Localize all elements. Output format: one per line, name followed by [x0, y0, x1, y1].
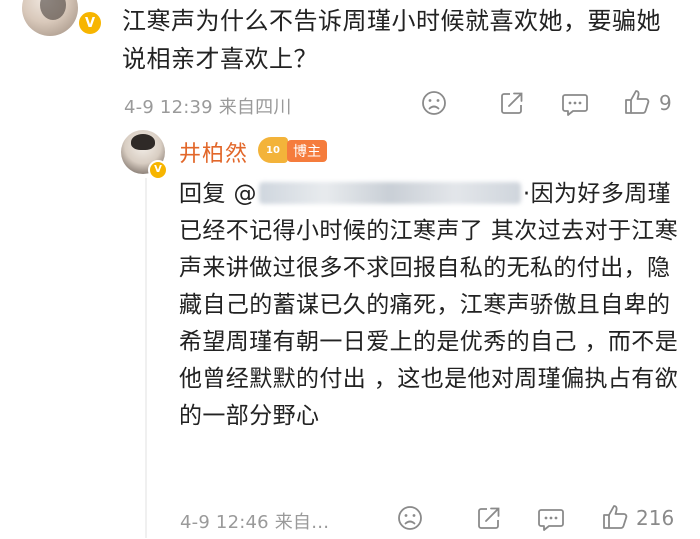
reply-share-icon[interactable] — [476, 505, 502, 531]
reply-body: ·因为好多周瑾已经不记得小时候的江寒声了 其次过去对于江寒声来讲做过很多不求回报… — [179, 181, 679, 429]
reply-meta: 4-9 12:46 来自… — [180, 512, 330, 533]
verified-badge: V — [77, 10, 103, 36]
reply-verified-badge: V — [148, 160, 168, 180]
reply-author-name[interactable]: 井柏然 — [179, 136, 248, 168]
sad-face-icon[interactable] — [421, 90, 447, 116]
top-comment-avatar[interactable] — [22, 0, 78, 36]
share-icon[interactable] — [499, 90, 525, 116]
reply-sad-face-icon[interactable] — [397, 505, 423, 531]
thumbs-up-icon[interactable] — [623, 88, 651, 116]
reply-like-count: 216 — [636, 506, 675, 530]
reply-thumbs-up-icon[interactable] — [601, 503, 629, 531]
level-badge: 10 — [258, 137, 288, 163]
reply-thread-line — [145, 178, 147, 538]
comment-icon[interactable] — [561, 91, 589, 117]
reply-text: 回复 @ ·因为好多周瑾已经不记得小时候的江寒声了 其次过去对于江寒声来讲做过很多… — [179, 176, 684, 435]
top-comment-text: 江寒声为什么不告诉周瑾小时候就喜欢她，要骗她说相亲才喜欢上？ — [122, 7, 661, 73]
mention-blurred[interactable] — [258, 182, 521, 204]
top-comment-like-count: 9 — [659, 91, 672, 115]
blogger-badge: 博主 — [287, 140, 327, 162]
reply-comment-icon[interactable] — [537, 506, 565, 532]
reply-prefix: 回复 @ — [179, 181, 257, 207]
top-comment-meta: 4-9 12:39 来自四川 — [124, 97, 292, 118]
level-number: 10 — [266, 144, 280, 156]
